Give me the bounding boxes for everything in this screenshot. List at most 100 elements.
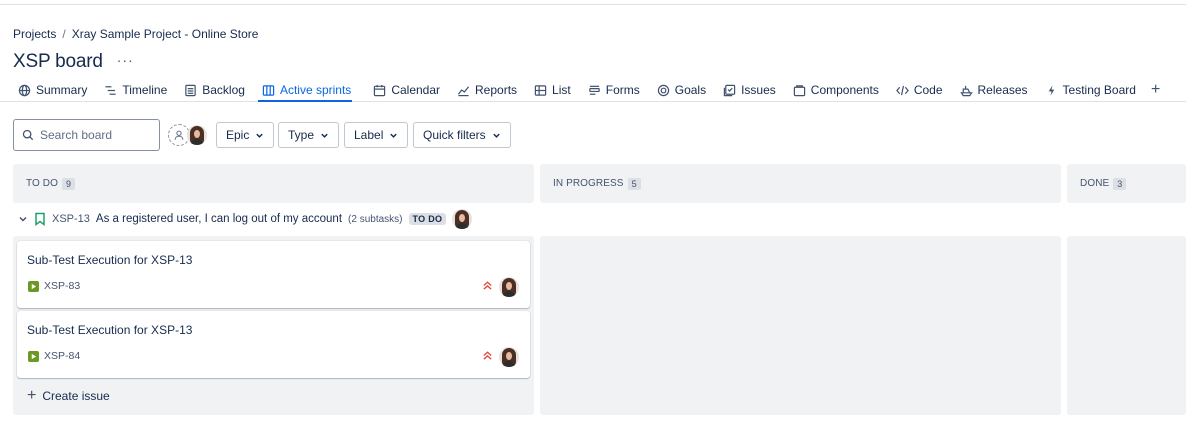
swimlane-header[interactable]: XSP-13 As a registered user, I can log o…: [18, 209, 473, 229]
breadcrumb: Projects / Xray Sample Project - Online …: [13, 27, 258, 41]
column-count: 3: [1113, 177, 1127, 190]
swimlane-subtask-count: (2 subtasks): [348, 213, 403, 225]
chevron-down-icon[interactable]: [18, 214, 28, 224]
search-icon: [22, 129, 34, 141]
tab-backlog[interactable]: Backlog: [184, 83, 245, 97]
priority-highest-icon: [482, 278, 493, 296]
board-header: XSP board ···: [13, 51, 134, 73]
status-badge: TO DO: [408, 213, 447, 225]
tab-label: Components: [810, 83, 879, 97]
tab-label: Calendar: [391, 83, 441, 97]
card-meta: XSP-84: [28, 350, 80, 362]
tab-reports[interactable]: Reports: [457, 83, 517, 97]
column-title: DONE: [1080, 178, 1110, 189]
tab-issues[interactable]: Issues: [723, 83, 776, 97]
page-title: XSP board: [13, 51, 103, 72]
chart-icon: [457, 85, 470, 96]
swimlane-issue-key[interactable]: XSP-13: [52, 213, 90, 225]
lane-done: [1067, 236, 1186, 415]
chevron-down-icon: [390, 133, 398, 138]
chevron-down-icon: [256, 133, 264, 138]
tab-label: Releases: [977, 83, 1028, 97]
tab-label: Summary: [36, 83, 88, 97]
swimlane-summary: As a registered user, I can log out of m…: [95, 213, 343, 225]
project-tabs: Summary Timeline Backlog Active sprints …: [18, 80, 1160, 100]
tab-timeline[interactable]: Timeline: [104, 83, 167, 97]
test-execution-icon: [28, 280, 39, 292]
breadcrumb-project-link[interactable]: Xray Sample Project - Online Store: [72, 27, 259, 41]
avatar[interactable]: [499, 347, 519, 367]
lane-in-progress: [540, 236, 1061, 415]
top-divider: [0, 4, 1186, 5]
issues-icon: [723, 84, 736, 96]
tab-goals[interactable]: Goals: [657, 83, 706, 97]
tab-label: List: [552, 83, 571, 97]
backlog-icon: [185, 84, 196, 96]
story-icon: [35, 212, 45, 226]
code-icon: [895, 85, 909, 95]
plus-icon: +: [27, 387, 37, 404]
card-summary: Sub-Test Execution for XSP-13: [27, 323, 193, 337]
tabs-divider: [0, 101, 1186, 102]
quick-filters-label: Quick filters: [423, 128, 486, 142]
breadcrumb-projects-link[interactable]: Projects: [13, 27, 56, 41]
tab-label: Reports: [475, 83, 518, 97]
goals-icon: [657, 84, 669, 96]
tab-list[interactable]: List: [534, 83, 571, 97]
tab-active-sprints[interactable]: Active sprints: [262, 83, 356, 97]
priority-highest-icon: [482, 348, 493, 366]
board-icon: [262, 84, 275, 96]
releases-icon: [959, 85, 973, 96]
chevron-down-icon: [492, 133, 500, 138]
card-actions: [482, 277, 519, 297]
tab-label: Testing Board: [1062, 83, 1136, 97]
tab-code[interactable]: Code: [895, 83, 943, 97]
issue-card[interactable]: Sub-Test Execution for XSP-13 XSP-83: [17, 241, 530, 308]
active-tab-indicator: [258, 100, 352, 102]
tab-summary[interactable]: Summary: [18, 83, 87, 97]
card-issue-key[interactable]: XSP-83: [44, 280, 80, 292]
create-issue-button[interactable]: + Create issue: [27, 388, 110, 404]
avatar: [452, 209, 473, 229]
avatar[interactable]: [499, 277, 519, 297]
more-actions-button[interactable]: ···: [117, 52, 134, 68]
search-input[interactable]: [40, 128, 150, 142]
type-filter-label: Type: [288, 128, 315, 142]
user-icon: [174, 130, 184, 140]
tab-forms[interactable]: Forms: [588, 83, 640, 97]
issue-card[interactable]: Sub-Test Execution for XSP-13 XSP-84: [17, 311, 530, 378]
tab-testing-board[interactable]: Testing Board: [1045, 83, 1136, 97]
tab-label: Timeline: [122, 83, 168, 97]
column-title: IN PROGRESS: [553, 178, 624, 189]
column-header-todo: TO DO 9: [13, 164, 534, 203]
components-icon: [793, 84, 805, 96]
tab-label: Goals: [674, 83, 707, 97]
epic-filter-label: Epic: [226, 128, 250, 142]
globe-icon: [18, 84, 31, 96]
assignee-filter: [168, 124, 207, 146]
quick-filters-dropdown[interactable]: Quick filters: [413, 122, 511, 148]
column-header-done: DONE 3: [1067, 164, 1186, 203]
card-summary: Sub-Test Execution for XSP-13: [27, 253, 193, 267]
card-actions: [482, 347, 519, 367]
tab-components[interactable]: Components: [793, 83, 879, 97]
card-issue-key[interactable]: XSP-84: [44, 350, 80, 362]
search-board-field[interactable]: [13, 119, 160, 151]
column-count: 9: [61, 177, 76, 190]
type-filter[interactable]: Type: [278, 122, 340, 148]
lightning-icon: [1048, 84, 1054, 96]
tab-label: Backlog: [202, 83, 245, 97]
add-tab-button[interactable]: +: [1151, 81, 1160, 99]
tab-label: Active sprints: [279, 83, 352, 97]
avatar[interactable]: [187, 125, 207, 145]
tab-releases[interactable]: Releases: [959, 83, 1028, 97]
card-meta: XSP-83: [28, 280, 80, 292]
label-filter[interactable]: Label: [344, 122, 409, 148]
epic-filter[interactable]: Epic: [216, 122, 275, 148]
calendar-icon: [374, 84, 386, 96]
timeline-icon: [105, 85, 116, 95]
breadcrumb-separator: /: [62, 27, 66, 41]
tab-calendar[interactable]: Calendar: [373, 83, 440, 97]
test-execution-icon: [28, 350, 39, 362]
column-count: 5: [627, 177, 641, 190]
